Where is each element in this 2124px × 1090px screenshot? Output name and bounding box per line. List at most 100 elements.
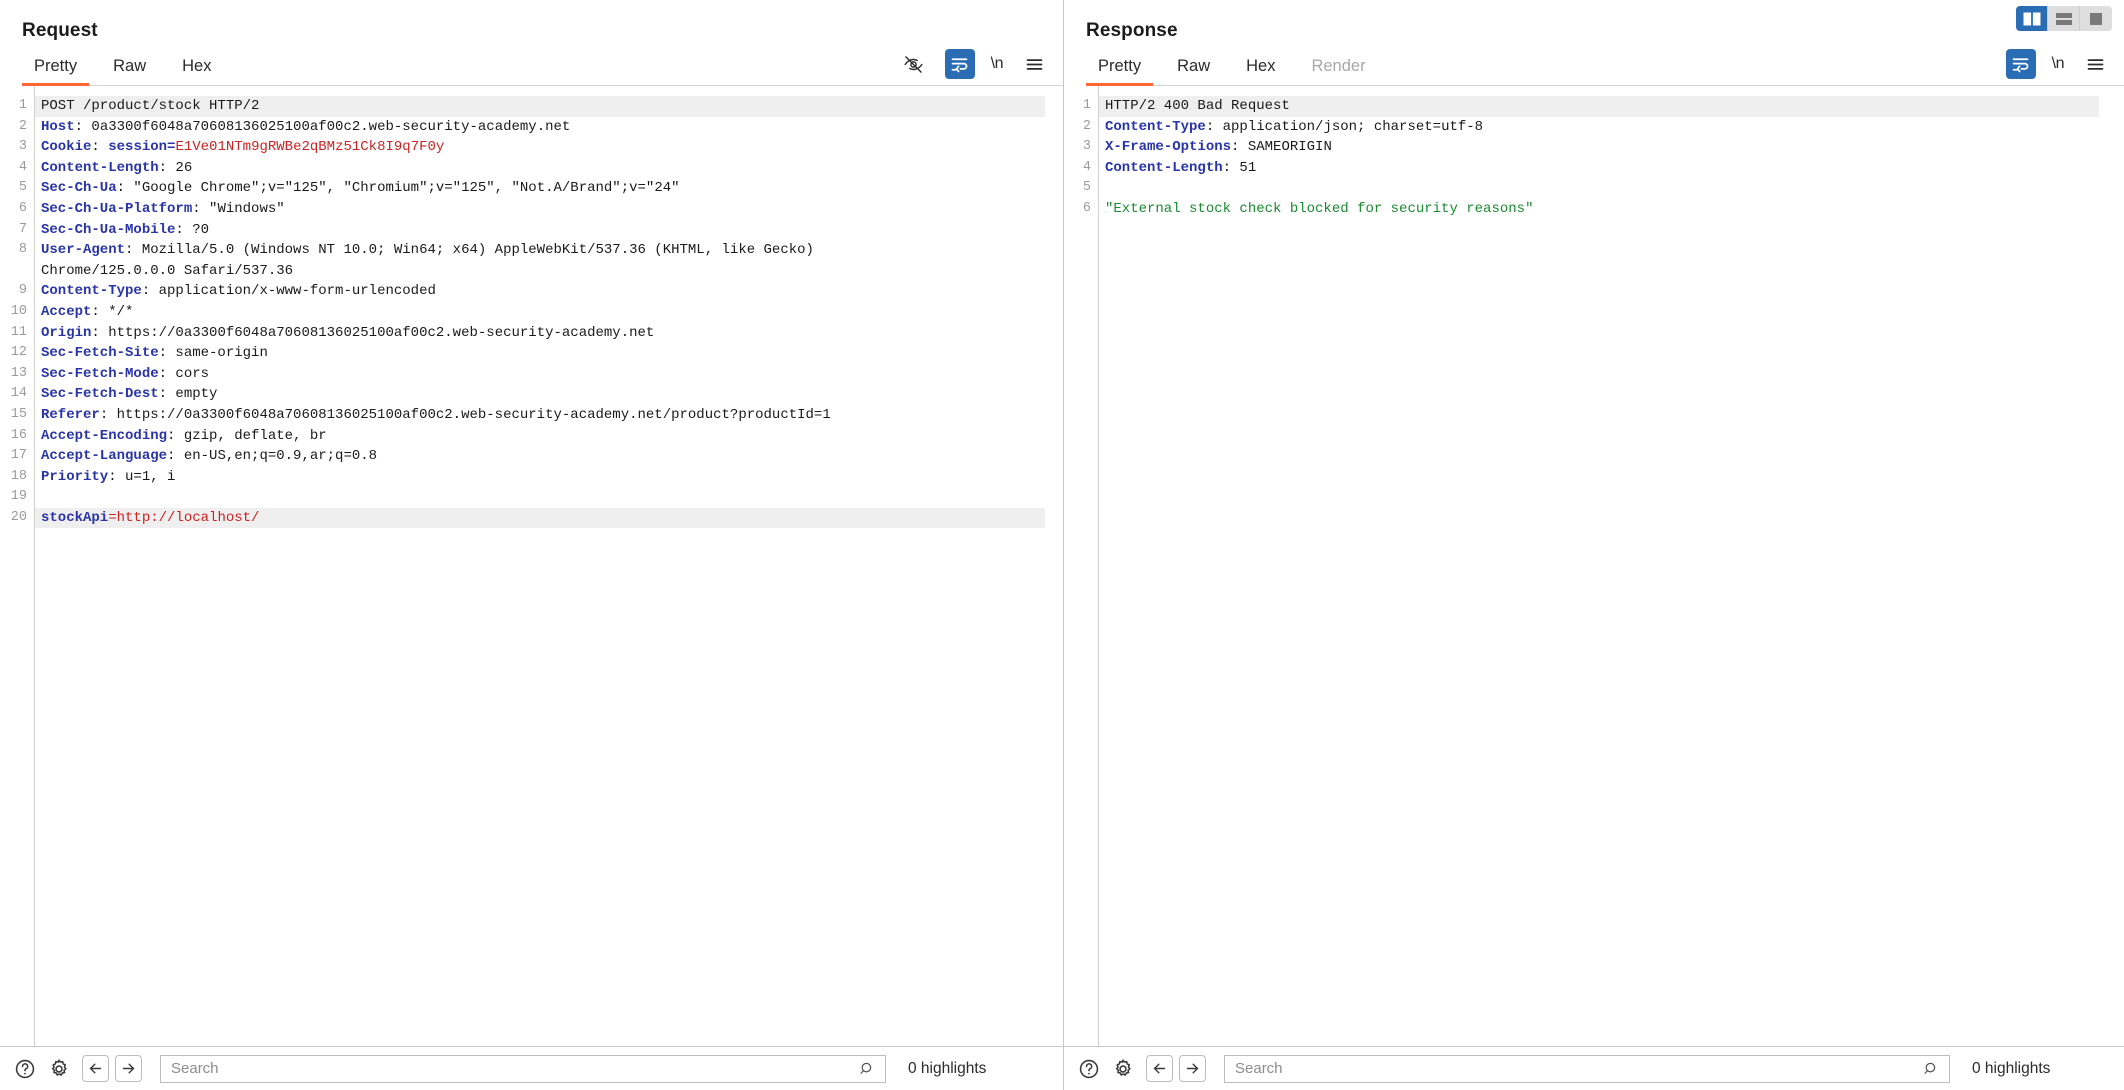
request-search-input[interactable]: [161, 1055, 885, 1082]
line-number: 8: [18, 242, 27, 258]
request-toolbar: \n: [899, 49, 1049, 79]
code-token: : gzip, deflate, br: [167, 427, 327, 444]
code-token: : u=1, i: [108, 468, 176, 485]
layout-single-pane-button[interactable]: [2080, 6, 2112, 31]
tab-pretty[interactable]: Pretty: [21, 57, 90, 86]
code-line[interactable]: Content-Length: 26: [35, 158, 1063, 179]
code-token: "External stock check blocked for securi…: [1105, 200, 1534, 217]
code-line[interactable]: Cookie: session=E1Ve01NTm9gRWBe2qBMz51Ck…: [35, 137, 1063, 158]
line-number: 4: [18, 159, 27, 175]
line-number: 7: [18, 221, 27, 237]
code-line[interactable]: Sec-Ch-Ua-Platform: "Windows": [35, 199, 1063, 220]
code-line[interactable]: Host: 0a3300f6048a70608136025100af00c2.w…: [35, 117, 1063, 138]
line-number: 13: [10, 365, 27, 381]
help-icon[interactable]: [1072, 1052, 1106, 1086]
code-token: Origin: [41, 324, 92, 341]
code-token: : https://0a3300f6048a70608136025100af00…: [91, 324, 655, 341]
code-line[interactable]: X-Frame-Options: SAMEORIGIN: [1099, 137, 2124, 158]
response-tab-strip: Pretty Raw Hex Render \n: [1085, 44, 2124, 86]
response-search-input[interactable]: [1225, 1055, 1949, 1082]
code-line[interactable]: Sec-Fetch-Site: same-origin: [35, 343, 1063, 364]
code-token: Accept-Language: [41, 448, 168, 465]
gear-icon[interactable]: [42, 1052, 76, 1086]
menu-icon[interactable]: [1019, 49, 1049, 79]
code-line[interactable]: Content-Type: application/json; charset=…: [1099, 117, 2124, 138]
response-search-box[interactable]: [1224, 1054, 1950, 1083]
search-forward-button[interactable]: [115, 1055, 142, 1082]
word-wrap-icon[interactable]: [2005, 49, 2036, 79]
code-token: : cors: [158, 365, 210, 382]
code-line[interactable]: [35, 487, 1063, 508]
code-line[interactable]: [1099, 178, 2124, 199]
code-token: : SAMEORIGIN: [1231, 139, 1332, 156]
response-panel: Response Pretty Raw Hex Render \n 1 2 3 4 5 6 HTT…: [1064, 0, 2124, 1090]
code-line[interactable]: POST /product/stock HTTP/2: [35, 96, 1045, 117]
tab-hex[interactable]: Hex: [1246, 57, 1275, 85]
tab-render: Render: [1311, 57, 1366, 75]
code-token: Content-Type: [1105, 118, 1206, 135]
code-token: : "Windows": [192, 200, 285, 217]
code-token: Sec-Ch-Ua-Platform: [41, 200, 193, 217]
layout-vertical-split-button[interactable]: [2016, 6, 2048, 31]
code-line[interactable]: Sec-Ch-Ua: "Google Chrome";v="125", "Chr…: [35, 178, 1063, 199]
show-newlines-label[interactable]: \n: [2052, 55, 2065, 73]
code-line[interactable]: Accept-Encoding: gzip, deflate, br: [35, 426, 1063, 447]
request-search-box[interactable]: [160, 1054, 886, 1083]
code-line[interactable]: Content-Type: application/x-www-form-url…: [35, 281, 1063, 302]
request-editor[interactable]: 1 2 3 4 5 6 7 8 9 10 11 12 13 14 15 16 17 18 19 20 POST /pr…: [0, 86, 1063, 1046]
layout-horizontal-split-button[interactable]: [2048, 6, 2080, 31]
code-line[interactable]: Sec-Fetch-Dest: empty: [35, 384, 1063, 405]
line-number: 10: [10, 303, 27, 319]
line-number: 6: [18, 200, 27, 216]
tab-raw[interactable]: Raw: [1177, 57, 1210, 85]
tab-hex[interactable]: Hex: [182, 57, 211, 85]
code-line[interactable]: Origin: https://0a3300f6048a706081360251…: [35, 323, 1063, 344]
line-number: 3: [1082, 139, 1091, 155]
code-token: Content-Length: [41, 159, 159, 176]
line-number: 3: [18, 139, 27, 155]
search-back-button[interactable]: [82, 1055, 109, 1082]
code-line[interactable]: Sec-Fetch-Mode: cors: [35, 364, 1063, 385]
tab-pretty[interactable]: Pretty: [1085, 57, 1154, 86]
layout-toggle-group[interactable]: [2016, 6, 2112, 31]
code-line[interactable]: "External stock check blocked for securi…: [1099, 199, 2124, 220]
line-number: 5: [1082, 180, 1091, 196]
code-line[interactable]: Priority: u=1, i: [35, 467, 1063, 488]
word-wrap-icon[interactable]: [944, 49, 975, 79]
code-line[interactable]: Accept-Language: en-US,en;q=0.9,ar;q=0.8: [35, 446, 1063, 467]
code-token: 0a3300f6048a70608136025100af00c2.web-sec…: [91, 118, 571, 135]
response-title: Response: [1086, 20, 1178, 41]
code-line[interactable]: Sec-Ch-Ua-Mobile: ?0: [35, 220, 1063, 241]
response-header: Response Pretty Raw Hex Render \n: [1064, 0, 2124, 86]
code-line[interactable]: Referer: https://0a3300f6048a70608136025…: [35, 405, 1063, 426]
code-token: : Mozilla/5.0 (Windows NT 10.0; Win64; x…: [41, 242, 814, 279]
show-newlines-label[interactable]: \n: [991, 55, 1004, 73]
code-token: session=: [108, 139, 176, 156]
line-number: 17: [10, 448, 27, 464]
code-token: :: [91, 139, 109, 156]
tab-raw[interactable]: Raw: [113, 57, 146, 85]
request-code-area[interactable]: POST /product/stock HTTP/2 Host: 0a3300f6…: [35, 86, 1063, 1046]
code-line[interactable]: HTTP/2 400 Bad Request: [1099, 96, 2099, 117]
response-editor[interactable]: 1 2 3 4 5 6 HTTP/2 400 Bad Request Content-Typ…: [1064, 86, 2124, 1046]
line-number: 2: [1082, 118, 1091, 134]
code-line[interactable]: User-Agent: Mozilla/5.0 (Windows NT 10.0…: [35, 240, 1063, 281]
menu-icon[interactable]: [2080, 49, 2110, 79]
help-icon[interactable]: [8, 1052, 42, 1086]
code-line[interactable]: Accept: */*: [35, 302, 1063, 323]
code-token: Priority: [41, 468, 109, 485]
eye-slash-icon[interactable]: [899, 49, 929, 79]
gear-icon[interactable]: [1106, 1052, 1140, 1086]
code-line[interactable]: Content-Length: 51: [1099, 158, 2124, 179]
line-number: 18: [10, 468, 27, 484]
search-forward-button[interactable]: [1179, 1055, 1206, 1082]
code-token: Sec-Fetch-Site: [41, 345, 159, 362]
code-token: Sec-Fetch-Mode: [41, 365, 159, 382]
search-back-button[interactable]: [1146, 1055, 1173, 1082]
code-token: Cookie: [41, 139, 92, 156]
line-number: 15: [10, 406, 27, 422]
code-line[interactable]: stockApi=http://localhost/: [35, 507, 1045, 529]
response-code-area[interactable]: HTTP/2 400 Bad Request Content-Type: appl…: [1099, 86, 2124, 1046]
code-token: stockApi: [41, 509, 109, 526]
code-token: Content-Length: [1105, 159, 1223, 176]
